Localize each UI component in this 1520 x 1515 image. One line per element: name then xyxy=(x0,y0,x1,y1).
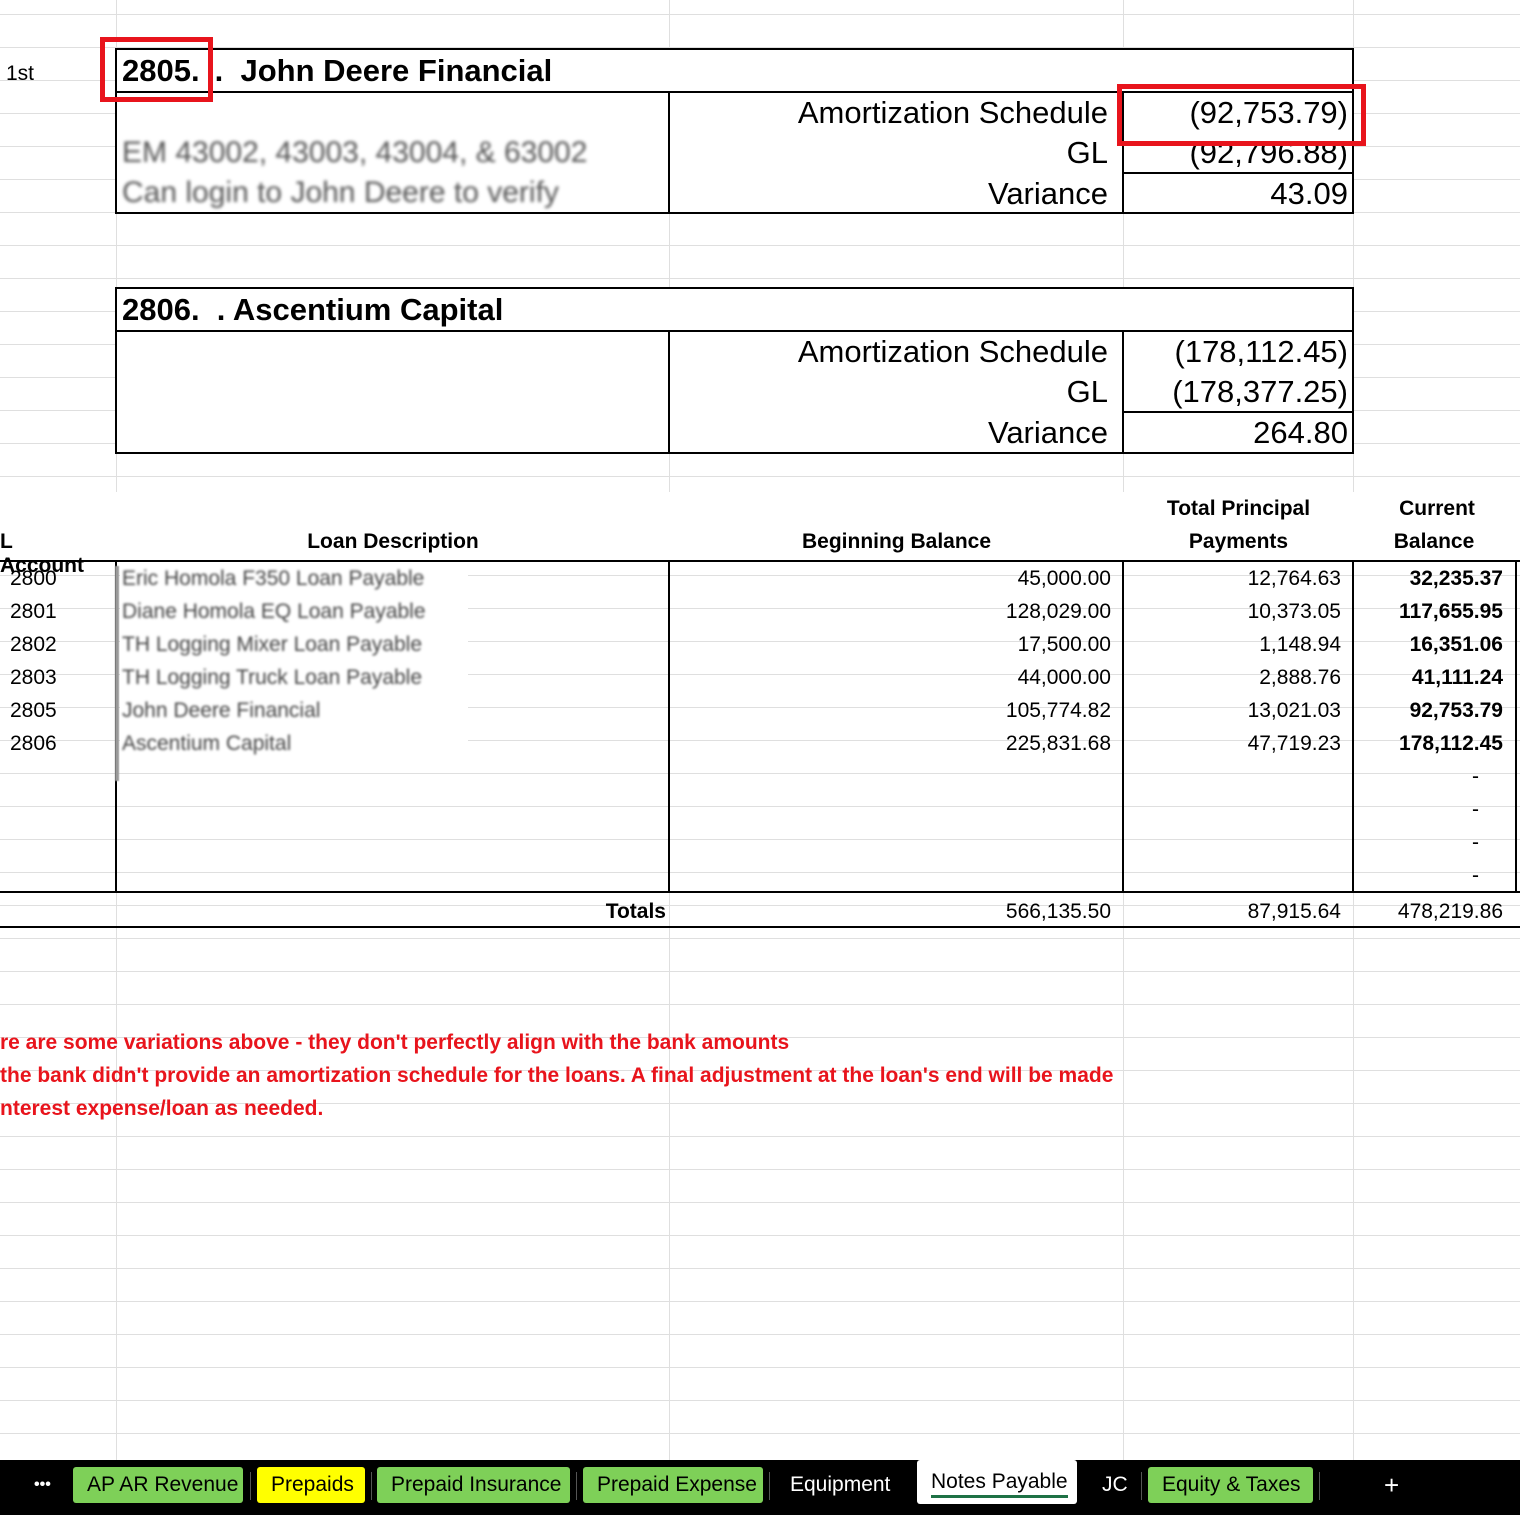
section-1-variance-rule xyxy=(1122,172,1354,174)
totals-beginning[interactable]: 566,135.50 xyxy=(670,895,1111,928)
section-1-gl-label: GL xyxy=(1066,135,1108,170)
cell-current-empty[interactable]: - xyxy=(1354,859,1479,892)
header-current-line-2: Balance xyxy=(1393,530,1475,553)
cell-current[interactable]: 16,351.06 xyxy=(1354,628,1503,661)
totals-current[interactable]: 478,219.86 xyxy=(1354,895,1503,928)
header-current-line-1: Current xyxy=(1399,497,1475,520)
cell-description[interactable]: Eric Homola F350 Loan Payable xyxy=(122,562,424,595)
note-line-1[interactable]: re are some variations above - they don'… xyxy=(0,1031,789,1055)
cell-current-empty[interactable]: - xyxy=(1354,826,1479,859)
annotation-highlight-box xyxy=(1117,84,1366,146)
section-2-title[interactable]: 2806. . Ascentium Capital xyxy=(122,292,503,328)
cell-current-empty[interactable]: - xyxy=(1354,760,1479,793)
cell-principal[interactable]: 2,888.76 xyxy=(1124,661,1341,694)
cell-description[interactable]: Ascentium Capital xyxy=(122,727,291,760)
cell-beginning[interactable]: 105,774.82 xyxy=(670,694,1111,727)
row-label: 1st xyxy=(6,62,35,85)
note-line-2[interactable]: the bank didn't provide an amortization … xyxy=(0,1064,1113,1088)
header-beginning-balance: Beginning Balance xyxy=(801,530,992,553)
cell-beginning[interactable]: 44,000.00 xyxy=(670,661,1111,694)
header-principal-line-2: Payments xyxy=(1188,530,1289,553)
cell-account[interactable]: 2806 xyxy=(10,727,57,760)
cell-beginning[interactable]: 225,831.68 xyxy=(670,727,1111,760)
tab-equipment[interactable]: Equipment xyxy=(776,1467,906,1503)
section-2-variance-value[interactable]: 264.80 xyxy=(1124,415,1348,451)
annotation-highlight-box xyxy=(100,37,213,102)
tab-ap-ar-revenue[interactable]: AP AR Revenue xyxy=(73,1467,243,1503)
cell-account[interactable]: 2800 xyxy=(10,562,57,595)
description-blur-edge xyxy=(115,566,119,781)
section-2-amort-value[interactable]: (178,112.45) xyxy=(1124,334,1349,370)
cell-current[interactable]: 32,235.37 xyxy=(1354,562,1503,595)
cell-beginning[interactable]: 45,000.00 xyxy=(670,562,1111,595)
section-1-variance-label: Variance xyxy=(987,176,1108,211)
header-principal-line-1: Total Principal xyxy=(1166,497,1311,520)
tab-separator xyxy=(1319,1472,1320,1500)
tab-notes-payable-label: Notes Payable xyxy=(931,1470,1068,1498)
header-description: Loan Description xyxy=(307,530,479,553)
section-1-variance-value[interactable]: 43.09 xyxy=(1124,176,1348,212)
more-tabs-button[interactable]: ••• xyxy=(20,1467,65,1503)
section-2-variance-rule xyxy=(1122,411,1354,413)
cell-current[interactable]: 117,655.95 xyxy=(1354,595,1503,628)
cell-current[interactable]: 92,753.79 xyxy=(1354,694,1503,727)
section-2-col-divider xyxy=(668,330,670,454)
cell-description[interactable]: TH Logging Mixer Loan Payable xyxy=(122,628,422,661)
cell-beginning[interactable]: 17,500.00 xyxy=(670,628,1111,661)
tab-separator xyxy=(769,1472,770,1500)
cell-description[interactable]: TH Logging Truck Loan Payable xyxy=(122,661,422,694)
tab-prepaid-expense[interactable]: Prepaid Expense xyxy=(583,1467,763,1503)
tab-notes-payable[interactable]: Notes Payable xyxy=(917,1460,1077,1504)
totals-principal[interactable]: 87,915.64 xyxy=(1124,895,1341,928)
section-2-gl-value[interactable]: (178,377.25) xyxy=(1124,374,1348,410)
section-2-divider xyxy=(115,330,1354,332)
cell-principal[interactable]: 1,148.94 xyxy=(1124,628,1341,661)
note-line-3[interactable]: nterest expense/loan as needed. xyxy=(0,1097,323,1121)
table-col-border xyxy=(1515,560,1517,893)
cell-current[interactable]: 41,111.24 xyxy=(1354,661,1503,694)
add-sheet-button[interactable]: + xyxy=(1370,1467,1413,1503)
totals-label: Totals xyxy=(605,900,666,923)
cell-principal[interactable]: 10,373.05 xyxy=(1124,595,1341,628)
tab-separator xyxy=(371,1472,372,1500)
tab-separator xyxy=(250,1472,251,1500)
cell-principal[interactable]: 47,719.23 xyxy=(1124,727,1341,760)
section-1-title[interactable]: . John Deere Financial xyxy=(206,53,553,89)
cell-principal[interactable]: 12,764.63 xyxy=(1124,562,1341,595)
table-bottom-border xyxy=(0,891,1520,893)
sheet-tab-bar: ••• AP AR Revenue Prepaids Prepaid Insur… xyxy=(0,1460,1520,1515)
tab-prepaid-insurance[interactable]: Prepaid Insurance xyxy=(377,1467,570,1503)
tab-jc[interactable]: JC xyxy=(1088,1467,1136,1503)
section-1-amort-label: Amortization Schedule xyxy=(797,95,1108,130)
cell-account[interactable]: 2802 xyxy=(10,628,57,661)
tab-prepaids[interactable]: Prepaids xyxy=(257,1467,365,1503)
section-1-col-divider xyxy=(668,91,670,214)
cell-current[interactable]: 178,112.45 xyxy=(1354,727,1503,760)
tab-equity-taxes[interactable]: Equity & Taxes xyxy=(1148,1467,1313,1503)
section-1-note-2: Can login to John Deere to verify xyxy=(122,176,559,209)
section-2-gl-label: GL xyxy=(1066,374,1108,409)
cell-description[interactable]: John Deere Financial xyxy=(122,694,320,727)
cell-description[interactable]: Diane Homola EQ Loan Payable xyxy=(122,595,426,628)
section-1-note-1: EM 43002, 43003, 43004, & 63002 xyxy=(122,136,588,169)
section-2-amort-label: Amortization Schedule xyxy=(797,334,1108,369)
tab-separator xyxy=(1141,1472,1142,1500)
tab-separator xyxy=(576,1472,577,1500)
cell-account[interactable]: 2801 xyxy=(10,595,57,628)
cell-account[interactable]: 2803 xyxy=(10,661,57,694)
cell-current-empty[interactable]: - xyxy=(1354,793,1479,826)
section-2-variance-label: Variance xyxy=(987,415,1108,450)
cell-account[interactable]: 2805 xyxy=(10,694,57,727)
cell-beginning[interactable]: 128,029.00 xyxy=(670,595,1111,628)
cell-principal[interactable]: 13,021.03 xyxy=(1124,694,1341,727)
